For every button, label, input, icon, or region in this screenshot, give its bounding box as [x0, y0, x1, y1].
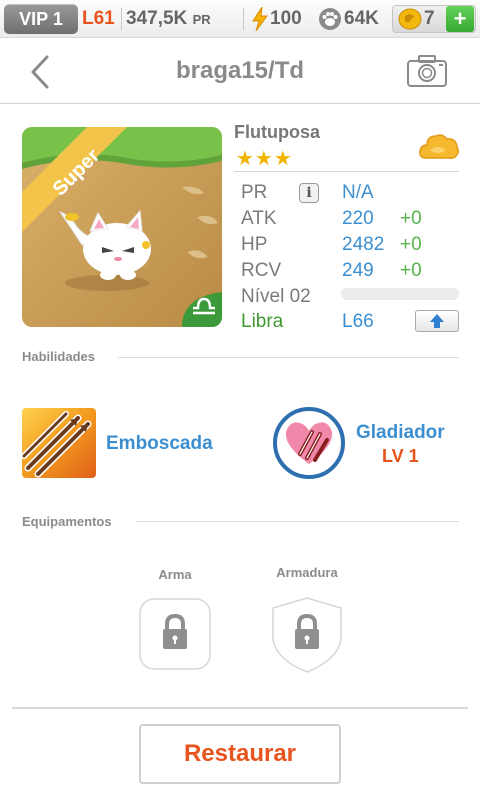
skill-name[interactable]: Gladiador — [356, 422, 445, 444]
zodiac-sign: Libra — [241, 311, 284, 332]
star-rating: ★★★ — [236, 148, 293, 170]
rcv-label: RCV — [241, 260, 282, 281]
divider — [234, 171, 459, 172]
weapon-slot[interactable] — [139, 598, 211, 670]
paw-icon — [319, 8, 341, 30]
player-power-rating: 347,5K PR — [126, 8, 211, 30]
add-coins-button[interactable]: + — [446, 6, 474, 32]
skill-level: LV 1 — [382, 446, 419, 466]
lightning-icon — [252, 7, 268, 31]
equipment-section-title: Equipamentos — [22, 514, 112, 529]
player-level: L61 — [82, 8, 115, 29]
restore-button[interactable]: Restaurar — [139, 724, 341, 784]
experience-bar — [341, 288, 459, 300]
armor-slot[interactable] — [271, 596, 343, 674]
divider — [118, 357, 459, 358]
arrow-up-icon — [430, 314, 444, 328]
pr-unit: PR — [192, 12, 211, 27]
skills-section-title: Habilidades — [22, 349, 95, 364]
paw-count: 64K — [344, 8, 379, 29]
skill-name[interactable]: Emboscada — [106, 433, 213, 455]
atk-value: 220 — [342, 208, 374, 229]
hp-label: HP — [241, 234, 268, 255]
divider — [243, 8, 244, 30]
energy-count: 100 — [270, 8, 302, 29]
armor-label: Armadura — [276, 565, 338, 580]
coin-icon — [398, 8, 422, 30]
cloud-element-icon[interactable] — [418, 130, 460, 166]
atk-bonus: +0 — [400, 208, 422, 229]
info-icon[interactable]: i — [299, 183, 319, 203]
pet-name: Flutuposa — [234, 122, 320, 142]
level-label: Nível 02 — [241, 286, 311, 307]
pr-label: PR — [241, 182, 268, 203]
rcv-value: 249 — [342, 260, 374, 281]
hp-bonus: +0 — [400, 234, 422, 255]
hp-value: 2482 — [342, 234, 385, 255]
coin-count: 7 — [424, 8, 435, 29]
divider — [12, 707, 468, 709]
vip-badge[interactable]: VIP 1 — [4, 4, 78, 34]
atk-label: ATK — [241, 208, 277, 229]
pet-portrait[interactable]: Super — [22, 127, 222, 327]
zodiac-level: L66 — [342, 311, 374, 332]
divider — [136, 521, 459, 522]
divider — [121, 8, 122, 30]
page-header: braga15/Td — [0, 38, 480, 104]
pr-value: 347,5K — [126, 8, 188, 29]
scratched-heart-icon[interactable] — [272, 406, 346, 480]
weapon-label: Arma — [158, 567, 192, 582]
top-status-bar: VIP 1 L61 347,5K PR 100 64K 7 + — [0, 0, 480, 38]
upgrade-button[interactable] — [415, 310, 459, 332]
claw-scratch-icon[interactable] — [22, 408, 96, 478]
pr-value: N/A — [342, 182, 374, 203]
camera-icon[interactable] — [406, 54, 448, 88]
rcv-bonus: +0 — [400, 260, 422, 281]
